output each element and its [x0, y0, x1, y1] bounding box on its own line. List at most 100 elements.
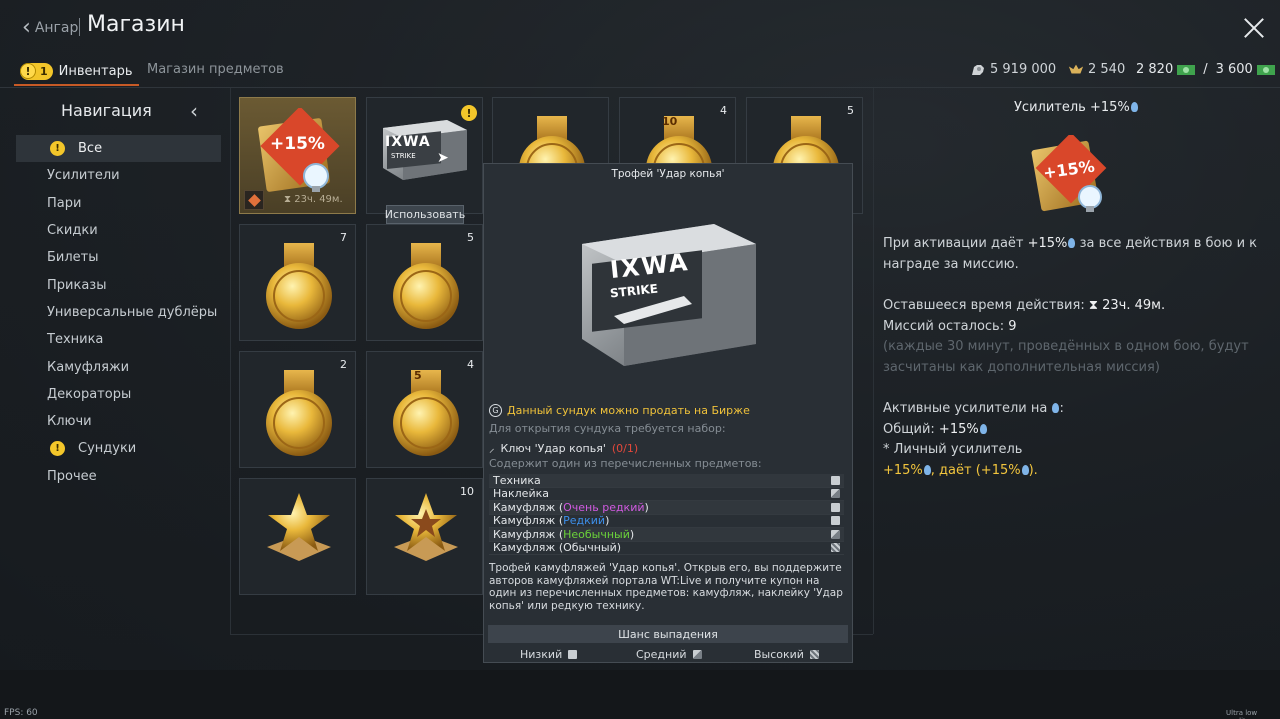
chance-mid-icon — [831, 489, 840, 499]
tooltip-title: Трофей 'Удар копья' — [611, 168, 725, 180]
inventory-item-medal[interactable]: 2 — [239, 351, 356, 468]
warning-icon: ! — [461, 105, 477, 121]
detail-title: Усилитель +15% — [1014, 100, 1138, 115]
marketplace-icon: G — [489, 404, 502, 417]
nav-item-vehicles[interactable]: Техника — [16, 326, 221, 353]
chance-low-icon — [831, 502, 840, 512]
chance-low-icon — [831, 475, 840, 485]
nav-item-decorators[interactable]: Декораторы — [16, 381, 221, 408]
item-count: 5 — [847, 104, 854, 117]
nav-item-boosters[interactable]: Усилители — [16, 162, 221, 189]
panel-divider — [873, 88, 874, 634]
legend-low: Низкий — [520, 648, 578, 661]
warning-icon: ! — [50, 141, 65, 156]
inventory-badge: ! 1 — [20, 62, 53, 80]
nav-item-orders[interactable]: Приказы — [16, 271, 221, 298]
crate-subtext: STRIKE — [391, 152, 416, 160]
chance-mid-icon — [692, 650, 702, 659]
item-count: 4 — [467, 358, 474, 371]
detail-description: При активации даёт +15% за все действия … — [883, 236, 1258, 272]
header-divider — [0, 87, 1280, 88]
nav-item-keys[interactable]: Ключи — [16, 408, 221, 435]
item-count: 7 — [340, 231, 347, 244]
ge-balance: 2 820 / 3 600 — [1136, 62, 1275, 77]
back-button[interactable]: ‹ Ангар — [22, 14, 78, 42]
chance-high-icon — [831, 543, 840, 553]
active-boosters: Активные усилители на : Общий: +15% * Ли… — [883, 401, 1064, 478]
legend-high: Высокий — [754, 648, 819, 661]
contents-table: Техника Наклейка Камуфляж (Очень редкий)… — [489, 474, 844, 555]
nav-item-wagers[interactable]: Пари — [16, 190, 221, 217]
warning-icon: ! — [20, 63, 36, 79]
booster-label: +15% — [270, 134, 325, 154]
nav-item-backups[interactable]: Универсальные дублёры — [16, 299, 221, 326]
booster-timer: ⧗ 23ч. 49м. — [284, 194, 343, 205]
nav-item-camouflages[interactable]: Камуфляжи — [16, 353, 221, 380]
marketplace-note: G Данный сундук можно продать на Бирже — [489, 404, 750, 417]
page-title: Магазин — [87, 12, 185, 37]
nav-item-discounts[interactable]: Скидки — [16, 217, 221, 244]
nav-item-other[interactable]: Прочее — [16, 463, 221, 490]
star-award-icon — [394, 493, 458, 561]
star-award-icon — [267, 493, 331, 561]
medal-label: 10 — [662, 115, 678, 128]
nav-title: Навигация — [61, 101, 152, 120]
contains-label: Содержит один из перечисленных предметов… — [489, 457, 762, 470]
lion-medal-icon — [266, 370, 332, 456]
chance-low-icon — [831, 516, 840, 526]
legend-mid: Средний — [636, 648, 702, 661]
silver-balance: 5 919 000 — [970, 62, 1056, 77]
inventory-item-medal[interactable]: 5 4 — [366, 351, 483, 468]
inventory-item-crate[interactable]: IXWA STRIKE ! ➤ — [366, 97, 483, 214]
nav-list: ! Все Усилители Пари Скидки Билеты Приказ… — [16, 135, 221, 490]
contents-row: Камуфляж (Обычный) — [489, 541, 844, 555]
item-count: 5 — [467, 231, 474, 244]
drop-chance-header: Шанс выпадения — [488, 625, 848, 643]
inventory-item-booster[interactable]: +15% ⧗ 23ч. 49м. — [239, 97, 356, 214]
use-button[interactable]: Использовать — [385, 205, 465, 224]
inventory-item-star[interactable]: 10 — [366, 478, 483, 595]
warning-icon: ! — [50, 441, 65, 457]
nav-item-tickets[interactable]: Билеты — [16, 244, 221, 271]
collapse-nav-icon[interactable]: ‹ — [190, 101, 198, 121]
key-requirement: ⸝ Ключ 'Удар копья' (0/1) — [489, 442, 639, 455]
lion-medal-icon — [393, 243, 459, 329]
cursor-icon: ➤ — [437, 150, 449, 166]
bottom-bar — [0, 670, 1280, 719]
tooltip-description: Трофей камуфляжей 'Удар копья'. Открыв е… — [489, 562, 843, 613]
ammo-crate-icon — [582, 224, 756, 366]
chance-mid-icon — [831, 529, 840, 539]
money-icon — [1256, 64, 1275, 75]
item-count: 10 — [460, 485, 474, 498]
inventory-item-star[interactable] — [239, 478, 356, 595]
inventory-item-medal[interactable]: 5 — [366, 224, 483, 341]
requires-label: Для открытия сундука требуется набор: — [489, 422, 726, 435]
chevron-left-icon: ‹ — [22, 15, 31, 40]
chance-low-icon — [568, 650, 578, 659]
item-count: 2 — [340, 358, 347, 371]
nav-item-all[interactable]: ! Все — [16, 135, 221, 163]
tab-inventory-label: Инвентарь — [58, 63, 133, 79]
golden-eagle-icon — [1068, 64, 1084, 74]
fps-counter: FPS: 60 — [4, 708, 38, 718]
item-count: 4 — [720, 104, 727, 117]
inventory-item-medal[interactable]: 7 — [239, 224, 356, 341]
close-icon[interactable] — [1242, 16, 1266, 40]
hourglass-icon: ⧗ — [1088, 298, 1098, 313]
eagles-balance: 2 540 — [1068, 62, 1125, 77]
crate-text: IXWA — [385, 134, 431, 150]
tab-inventory[interactable]: ! 1 Инвентарь — [14, 58, 139, 86]
lion-medal-icon — [266, 243, 332, 329]
nav-item-chests[interactable]: ! Сундуки — [16, 435, 221, 462]
contents-row: Наклейка — [489, 487, 844, 501]
contents-row: Техника — [489, 474, 844, 488]
detail-status: Оставшееся время действия: ⧗ 23ч. 49м. М… — [883, 298, 1249, 375]
contents-row: Камуфляж (Редкий) — [489, 514, 844, 528]
tab-item-shop[interactable]: Магазин предметов — [147, 62, 284, 77]
lion-medal-icon — [393, 370, 459, 456]
money-icon — [1177, 64, 1196, 75]
bulb-icon — [1130, 102, 1138, 112]
chance-high-icon — [809, 650, 819, 659]
panel-divider — [230, 88, 231, 634]
quality-label: Ultra low quality — [1226, 709, 1258, 719]
